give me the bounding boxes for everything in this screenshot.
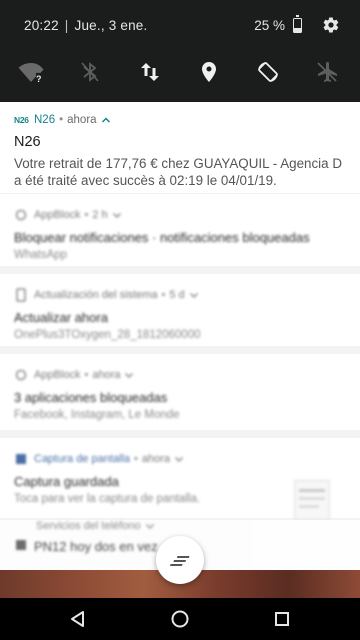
location-tile[interactable] [191,54,227,90]
battery-icon [293,14,302,33]
notification-screenshot[interactable]: Captura de pantalla • ahora Captura guar… [0,438,360,520]
battery-level [294,28,301,32]
auto-rotate-tile[interactable] [250,54,286,90]
status-time-date: 20:22 | Jue., 3 ene. [24,18,147,33]
chevron-down-icon[interactable] [124,370,134,380]
notification-time: ahora [92,369,121,381]
wifi-badge: ? [36,74,42,83]
notification-app-name: Servicios del teléfono [36,520,141,532]
separator-dot: • [84,369,89,381]
notification-title: 3 aplicaciones bloqueadas [14,390,168,405]
airplane-icon [317,62,337,82]
phone-update-icon [14,288,28,302]
appblock-icon [14,208,28,222]
recents-button[interactable] [270,607,294,631]
separator-dot: • [59,114,64,126]
chevron-up-icon[interactable] [101,115,111,125]
appblock-icon [14,368,28,382]
wifi-tile[interactable]: ? [13,54,49,90]
back-button[interactable] [66,607,90,631]
notification-header: Servicios del teléfono [14,520,346,532]
chevron-down-icon[interactable] [145,521,155,531]
notification-body: Votre retrait de 177,76 € chez GUAYAQUIL… [14,156,342,188]
data-arrows-icon [141,63,159,81]
home-circle-icon [171,610,189,628]
separator-dot: • [134,453,138,465]
home-button[interactable] [168,607,192,631]
chevron-down-icon[interactable] [189,290,199,300]
separator-dot: • [84,209,89,221]
clear-all-icon [169,556,190,566]
status-right-group: 25 % [254,14,342,36]
screenshot-thumbnail[interactable] [294,480,330,520]
status-date: Jue., 3 ene. [74,18,148,33]
notification-body: Facebook, Instagram, Le Monde [14,409,180,421]
notification-header: AppBlock • 2 h [14,208,346,222]
mobile-data-tile[interactable] [132,54,168,90]
notification-time: ahora [67,114,97,126]
notification-title: Actualizar ahora [14,310,108,325]
notification-header: AppBlock • ahora [14,368,346,382]
notification-app-name: N26 [34,114,56,126]
phone-icon [14,538,28,552]
bluetooth-icon [81,62,99,82]
quick-settings-header: 20:22 | Jue., 3 ene. 25 % ? [0,0,360,102]
settings-gear-icon[interactable] [320,14,342,36]
notification-header: N26 N26 • ahora [14,114,346,126]
notification-appblock-1[interactable]: AppBlock • 2 h Bloquear notificaciones ·… [0,194,360,266]
notification-app-name: AppBlock [34,369,81,381]
navigation-bar [0,598,360,640]
n26-app-icon: N26 [14,115,29,125]
chevron-down-icon[interactable] [174,454,184,464]
status-bar: 20:22 | Jue., 3 ene. 25 % [0,0,360,50]
notification-title: Bloquear notificaciones · notificaciones… [14,230,310,245]
notification-panel: N26 N26 • ahora N26 Votre retrait de 177… [0,102,360,570]
notification-n26[interactable]: N26 N26 • ahora N26 Votre retrait de 177… [0,102,360,193]
screenshot-icon [14,452,28,466]
notification-app-name: Actualización del sistema [34,289,158,301]
notification-time: 2 h [92,209,108,221]
clear-all-button[interactable] [156,536,204,584]
status-time: 20:22 [24,18,59,33]
bluetooth-tile[interactable] [72,54,108,90]
separator-dot: • [161,289,166,301]
notification-time: 5 d [169,289,185,301]
notification-system-update[interactable]: Actualización del sistema • 5 d Actualiz… [0,274,360,346]
notification-appblock-2[interactable]: AppBlock • ahora 3 aplicaciones bloquead… [0,354,360,430]
wifi-icon: ? [18,63,44,83]
notification-header: Actualización del sistema • 5 d [14,288,346,302]
back-triangle-icon [71,611,84,627]
notification-app-name: Captura de pantalla [34,453,131,465]
recents-square-icon [275,612,289,626]
battery-percent: 25 % [254,17,285,33]
status-separator: | [64,18,69,33]
airplane-tile[interactable] [309,54,345,90]
location-pin-icon [202,62,216,82]
notification-time: ahora [141,453,171,465]
notification-body: WhatsApp [14,249,68,261]
rotate-icon [258,62,278,82]
notification-title: N26 [14,134,41,150]
notification-header: Captura de pantalla • ahora [14,452,346,466]
notification-app-name: AppBlock [34,209,81,221]
quick-tiles-row: ? [0,54,360,90]
notification-body: OnePlus3TOxygen_28_1812060000 [14,329,201,341]
chevron-down-icon[interactable] [112,210,122,220]
